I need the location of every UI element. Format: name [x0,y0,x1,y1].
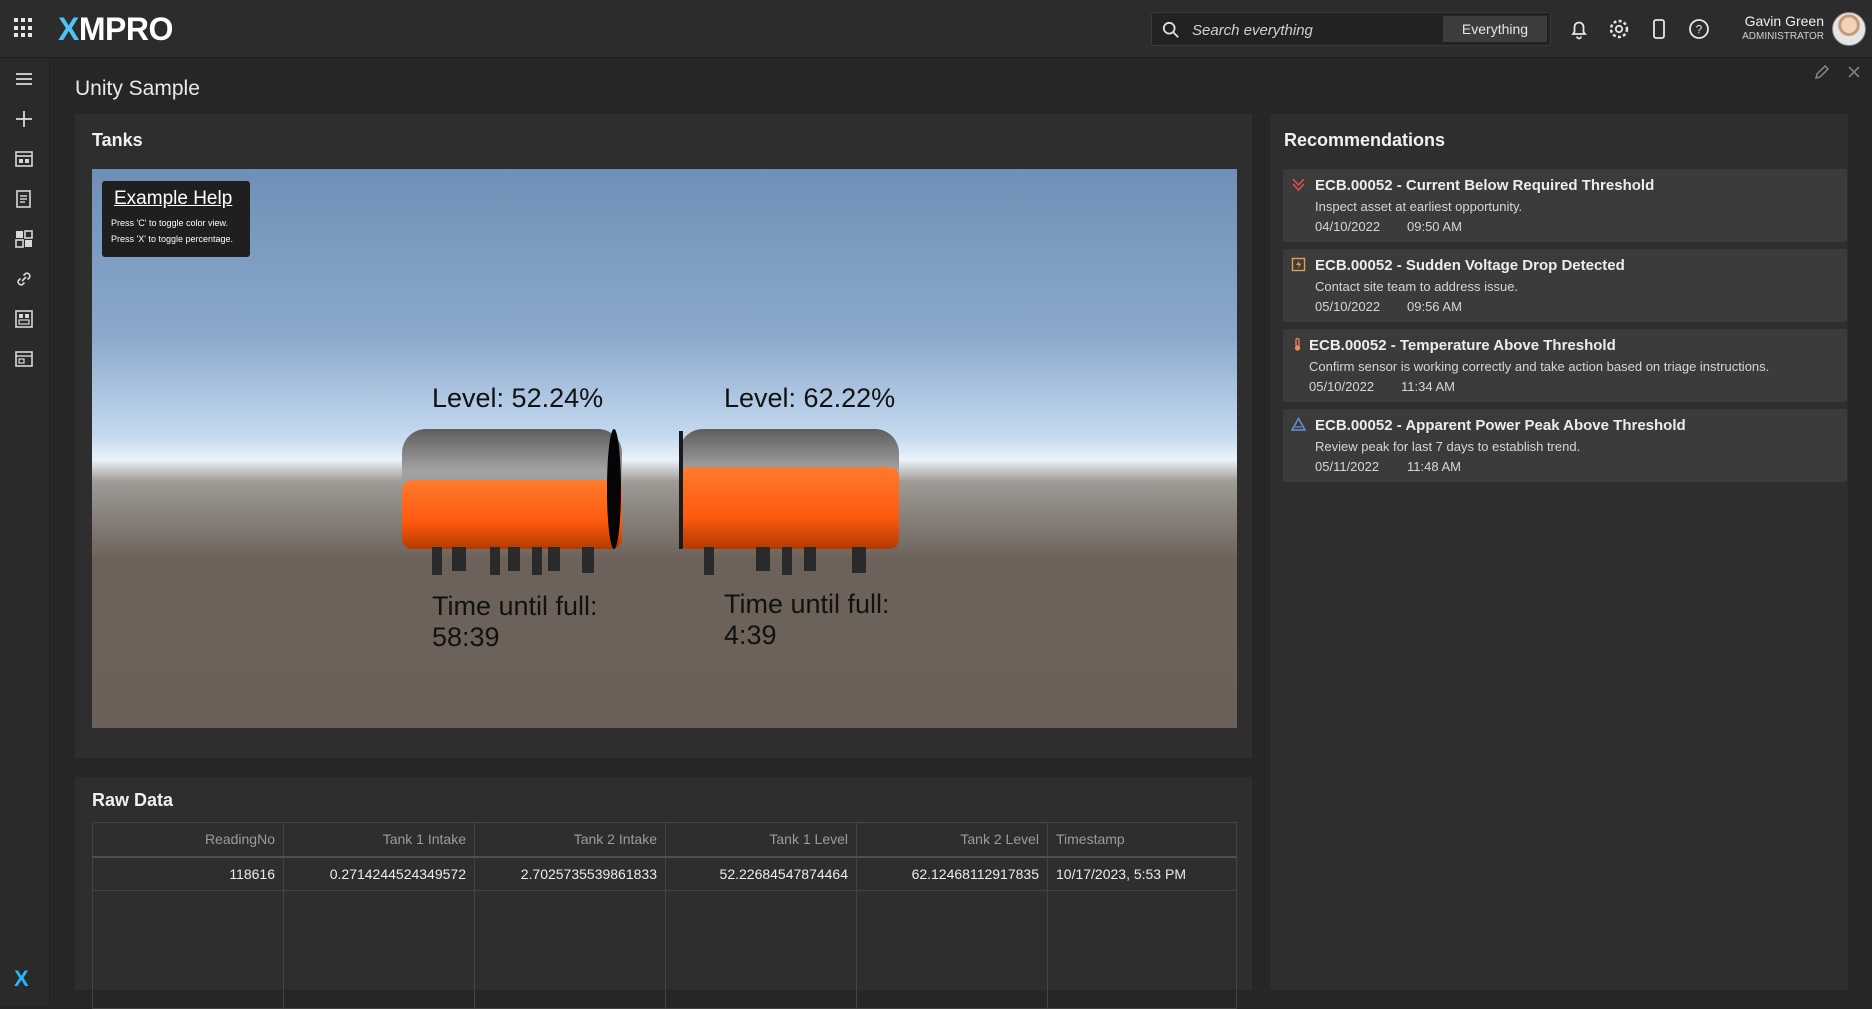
column-header[interactable]: Tank 2 Level [856,822,1048,858]
tank-2-time-value: 4:39 [724,620,777,650]
bell-icon[interactable] [1567,17,1591,41]
recommendation-time: 11:48 AM [1407,459,1461,474]
column-header[interactable]: Timestamp [1047,822,1237,858]
xmpro-logo[interactable]: XMPRO [58,11,173,48]
recommendation-description: Inspect asset at earliest opportunity. [1315,199,1523,214]
current-down-icon [1292,178,1305,192]
table-cell: 0.2714244524349572 [283,856,475,891]
recommendation-description: Review peak for last 7 days to establish… [1315,439,1581,454]
recommendation-item[interactable]: ECB.00052 - Apparent Power Peak Above Th… [1283,409,1847,482]
recommendation-description: Confirm sensor is working correctly and … [1309,359,1770,374]
raw-data-title: Raw Data [92,790,174,810]
tanks-graphic [402,429,899,575]
recommendation-title: ECB.00052 - Sudden Voltage Drop Detected [1315,257,1625,274]
dashboard-icon[interactable] [13,228,35,250]
search-scope-button[interactable]: Everything [1443,16,1547,42]
mobile-device-icon[interactable] [1647,17,1671,41]
recommendation-time: 11:34 AM [1401,379,1455,394]
column-header[interactable]: Tank 2 Intake [474,822,666,858]
link-icon[interactable] [13,268,35,290]
recommendation-time: 09:56 AM [1407,299,1462,314]
tank-1-time-label: Time until full: [432,591,598,621]
recommendation-date: 05/10/2022 [1309,379,1375,394]
gear-icon[interactable] [1607,17,1631,41]
recommendation-description: Contact site team to address issue. [1315,279,1519,294]
table-cell: 52.22684547874464 [665,856,857,891]
raw-data-panel: Raw Data ReadingNo Tank 1 Intake Tank 2 … [75,777,1252,1009]
top-bar: XMPRO Everything ? Gavin Green ADMINISTR… [0,0,1872,58]
warning-triangle-icon [1291,417,1306,431]
table-row[interactable]: 118616 0.2714244524349572 2.702573553986… [92,856,1237,891]
help-icon[interactable]: ? [1687,17,1711,41]
table-cell: 10/17/2023, 5:53 PM [1047,856,1237,891]
page-title: Unity Sample [75,77,200,100]
thermometer-icon [1294,337,1301,351]
user-name: Gavin Green [1744,13,1824,29]
tank-1-time-until-full: Time until full: 58:39 [432,591,598,653]
search-input[interactable] [1192,19,1432,41]
column-header[interactable]: ReadingNo [92,822,284,858]
edit-icon[interactable] [1813,63,1831,81]
table-cell: 62.12468112917835 [856,856,1048,891]
data-streams-icon[interactable] [13,308,35,330]
tank-1-time-value: 58:39 [432,622,500,652]
column-header[interactable]: Tank 1 Intake [283,822,475,858]
tank-2-time-label: Time until full: [724,589,890,619]
recommendation-title: ECB.00052 - Current Below Required Thres… [1315,177,1655,194]
recommendation-date: 04/10/2022 [1315,219,1381,234]
add-icon[interactable] [13,108,35,130]
tanks-panel: Tanks Example Help Press 'C' to toggle c… [75,114,1252,758]
recommendation-title: ECB.00052 - Apparent Power Peak Above Th… [1315,417,1686,434]
recommendation-date: 05/11/2022 [1315,459,1380,474]
voltage-icon [1291,257,1306,272]
recommendations-panel: Recommendations ECB.00052 - Current Belo… [1270,114,1848,990]
sidebar: X [0,58,50,1006]
tanks-panel-title: Tanks [92,130,143,150]
table-cell: 118616 [92,856,284,891]
xmpro-mark-icon[interactable]: X [14,966,29,992]
table-cell: 2.7025735539861833 [474,856,666,891]
close-icon[interactable] [1845,63,1863,81]
unity-scene[interactable]: Example Help Press 'C' to toggle color v… [92,169,1237,728]
app-launcher-icon[interactable] [14,18,34,38]
menu-icon[interactable] [13,68,35,90]
app-designer-icon[interactable] [13,148,35,170]
table-header-row: ReadingNo Tank 1 Intake Tank 2 Intake Ta… [92,822,1237,858]
column-header[interactable]: Tank 1 Level [665,822,857,858]
tank-1 [402,429,622,575]
user-role: ADMINISTRATOR [1742,31,1824,42]
user-info[interactable]: Gavin Green ADMINISTRATOR [1730,13,1824,42]
recommendation-date: 05/10/2022 [1315,299,1381,314]
search-icon[interactable] [1162,21,1180,39]
recommendation-item[interactable]: ECB.00052 - Sudden Voltage Drop Detected… [1283,249,1847,322]
recommendation-item[interactable]: ECB.00052 - Current Below Required Thres… [1283,169,1847,242]
table-empty-area [92,890,1237,1009]
recommendations-icon[interactable] [13,188,35,210]
svg-text:?: ? [1696,23,1703,37]
avatar[interactable] [1832,12,1866,46]
recommendation-title: ECB.00052 - Temperature Above Threshold [1309,337,1616,354]
tank-2-time-until-full: Time until full: 4:39 [724,589,890,651]
layout-icon[interactable] [13,348,35,370]
raw-data-table: ReadingNo Tank 1 Intake Tank 2 Intake Ta… [92,822,1237,1009]
tank-2 [679,429,899,575]
global-search: Everything [1151,12,1551,46]
recommendations-title: Recommendations [1284,130,1446,150]
recommendation-time: 09:50 AM [1407,219,1462,234]
recommendation-item[interactable]: ECB.00052 - Temperature Above Threshold … [1283,329,1847,402]
